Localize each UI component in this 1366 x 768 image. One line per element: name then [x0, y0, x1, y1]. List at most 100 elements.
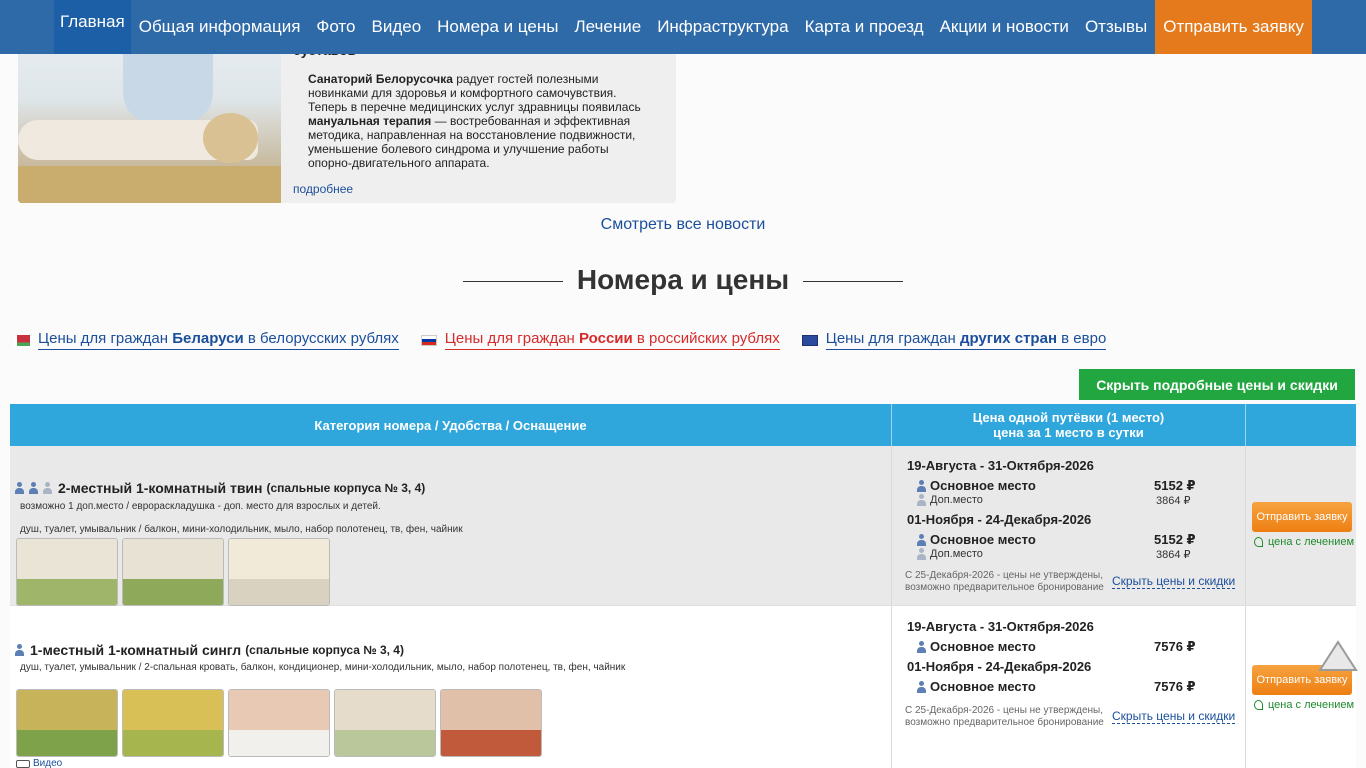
room-photo-thumb[interactable]: [122, 538, 224, 606]
tab-other-bold: других стран: [959, 330, 1057, 347]
ru-flag-icon: [420, 334, 437, 346]
nav-items: Главная Общая информация Фото Видео Номе…: [54, 0, 1312, 54]
room-photo-thumb[interactable]: [16, 538, 118, 606]
treatment-price-link[interactable]: цена с лечением: [1254, 699, 1354, 711]
table-header: Категория номера / Удобства / Оснащение …: [10, 404, 1356, 446]
room-thumbnails: [16, 689, 546, 757]
nav-item-treatment[interactable]: Лечение: [567, 0, 650, 54]
extra-place-price: 3864 ₽: [1156, 495, 1191, 507]
table-row: 1-местный 1-комнатный сингл (спальные ко…: [10, 606, 1356, 768]
extra-place-price: 3864 ₽: [1156, 549, 1191, 561]
eu-flag-icon: [801, 334, 818, 346]
tab-russia-bold: России: [579, 330, 633, 347]
room-price-cell: 19-Августа - 31-Октября-2026 Основное ме…: [892, 606, 1246, 768]
room-photo-thumb[interactable]: [440, 689, 542, 757]
nav-item-news[interactable]: Акции и новости: [932, 0, 1077, 54]
treatment-icon: [1254, 537, 1263, 547]
news-card: суставов Санаторий Белорусочка радует го…: [18, 28, 676, 203]
page: Главная Общая информация Фото Видео Номе…: [0, 0, 1366, 768]
send-request-button[interactable]: Отправить заявку: [1155, 0, 1312, 54]
room-extra-note: возможно 1 доп.место / еврораскладушка -…: [20, 501, 381, 512]
nav-item-map[interactable]: Карта и проезд: [797, 0, 932, 54]
room-amenities: душ, туалет, умывальник / 2-спальная кро…: [20, 662, 626, 673]
tab-other-post: в евро: [1057, 330, 1107, 347]
treatment-price-link[interactable]: цена с лечением: [1254, 536, 1354, 548]
treatment-price-label: цена с лечением: [1268, 536, 1355, 548]
room-photo-thumb[interactable]: [334, 689, 436, 757]
header-category: Категория номера / Удобства / Оснащение: [10, 404, 892, 446]
person-main-icon: [14, 482, 25, 494]
room-title-text: 2-местный 1-комнатный твин: [58, 480, 263, 496]
extra-place-label: Доп.место: [930, 548, 983, 560]
room-price-cell: 19-Августа - 31-Октября-2026 Основное ме…: [892, 446, 1246, 605]
person-main-icon: [916, 680, 927, 693]
news-photo[interactable]: [18, 28, 281, 203]
person-main-icon: [14, 644, 25, 656]
nav-item-video[interactable]: Видео: [363, 0, 429, 54]
nav-item-infrastructure[interactable]: Инфраструктура: [649, 0, 796, 54]
nav-item-reviews[interactable]: Отзывы: [1077, 0, 1155, 54]
main-place-price: 5152 ₽: [1154, 532, 1196, 547]
section-title-text: Номера и цены: [576, 264, 790, 295]
person-extra-icon: [916, 548, 927, 560]
person-main-icon: [28, 482, 39, 494]
scroll-to-top-icon[interactable]: [1318, 640, 1358, 676]
room-title[interactable]: 2-местный 1-комнатный твин (спальные кор…: [14, 480, 425, 496]
table-row: 2-местный 1-комнатный твин (спальные кор…: [10, 446, 1356, 606]
room-thumbnails: [16, 538, 334, 606]
room-photo-thumb[interactable]: [122, 689, 224, 757]
room-photo-thumb[interactable]: [228, 538, 330, 606]
main-place: Основное место: [916, 478, 1036, 493]
tab-other-label[interactable]: Цены для граждан других стран в евро: [825, 330, 1107, 350]
send-request-button[interactable]: Отправить заявку: [1252, 502, 1352, 532]
main-place-label: Основное место: [930, 679, 1036, 694]
news-text: Санаторий Белорусочка радует гостей поле…: [308, 72, 653, 170]
main-place-label: Основное место: [930, 639, 1036, 654]
treatment-price-label: цена с лечением: [1268, 699, 1355, 711]
nav-item-general-info[interactable]: Общая информация: [131, 0, 309, 54]
by-flag-icon: [14, 334, 30, 346]
main-place-price: 7576 ₽: [1154, 679, 1196, 694]
tab-other-prices[interactable]: Цены для граждан других стран в евро: [801, 329, 1107, 351]
room-title[interactable]: 1-местный 1-комнатный сингл (спальные ко…: [14, 642, 404, 658]
hide-detailed-prices-button[interactable]: Скрыть подробные цены и скидки: [1079, 369, 1355, 400]
room-photo-thumb[interactable]: [228, 689, 330, 757]
price-footnote: С 25-Декабря-2026 - цены не утверждены, …: [905, 705, 1104, 728]
price-period: 19-Августа - 31-Октября-2026: [907, 619, 1094, 634]
treatment-icon: [1254, 700, 1263, 710]
tab-russia-pre: Цены для граждан: [444, 330, 579, 347]
room-order-cell: Отправить заявку цена с лечением: [1246, 446, 1356, 605]
nav-item-photo[interactable]: Фото: [308, 0, 363, 54]
tab-russia-label[interactable]: Цены для граждан России в российских руб…: [444, 330, 780, 350]
tab-belarus-post: в белорусских рублях: [243, 330, 399, 347]
room-photo-thumb[interactable]: [16, 689, 118, 757]
room-category-cell: 2-местный 1-комнатный твин (спальные кор…: [10, 446, 892, 606]
photo-hair-shape: [203, 113, 258, 163]
room-title-text: 1-местный 1-комнатный сингл: [30, 642, 242, 658]
price-currency-tabs: Цены для граждан Беларуси в белорусских …: [14, 329, 1128, 351]
room-building: (спальные корпуса № 3, 4): [245, 643, 404, 657]
tab-belarus-bold: Беларуси: [172, 330, 244, 347]
tab-russia-prices[interactable]: Цены для граждан России в российских руб…: [420, 329, 780, 351]
hide-prices-link[interactable]: Скрыть цены и скидки: [1112, 574, 1236, 589]
tab-belarus-label[interactable]: Цены для граждан Беларуси в белорусских …: [38, 330, 399, 350]
hide-prices-link[interactable]: Скрыть цены и скидки: [1112, 709, 1236, 724]
main-place-price: 5152 ₽: [1154, 478, 1196, 493]
person-main-icon: [916, 640, 927, 653]
room-video-link[interactable]: Видео: [16, 758, 62, 768]
main-place-label: Основное место: [930, 478, 1036, 493]
news-more-link[interactable]: подробнее: [293, 182, 353, 196]
room-category-cell: 1-местный 1-комнатный сингл (спальные ко…: [10, 606, 892, 768]
news-text-bold-2: мануальная терапия: [308, 114, 432, 128]
room-order-cell: Отправить заявку цена с лечением: [1246, 606, 1356, 768]
nav-item-rooms-prices[interactable]: Номера и цены: [429, 0, 566, 54]
tab-other-pre: Цены для граждан: [825, 330, 960, 347]
photo-table-shape: [18, 166, 281, 203]
tab-belarus-pre: Цены для граждан: [38, 330, 173, 347]
section-title: Номера и цены: [0, 264, 1366, 296]
tab-belarus-prices[interactable]: Цены для граждан Беларуси в белорусских …: [14, 329, 399, 351]
nav-item-home[interactable]: Главная: [54, 0, 131, 54]
header-price-line-1: Цена одной путёвки (1 место): [972, 410, 1165, 425]
all-news-link[interactable]: Смотреть все новости: [0, 216, 1366, 234]
person-extra-icon: [42, 482, 53, 494]
